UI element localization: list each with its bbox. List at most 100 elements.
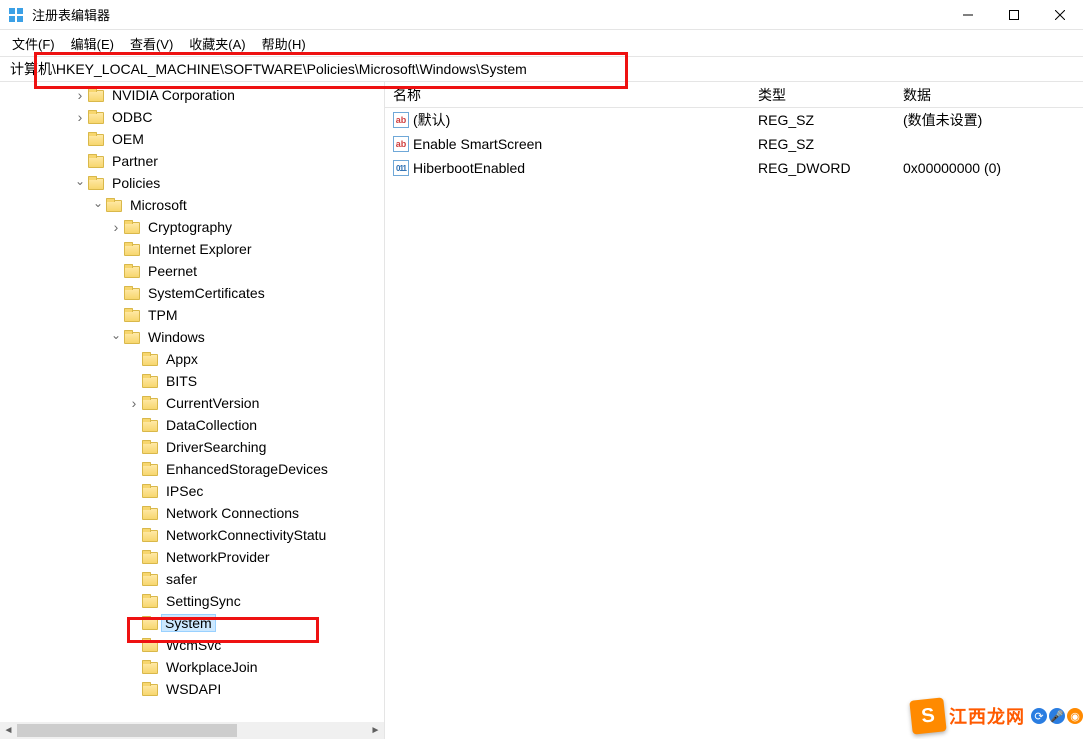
folder-icon bbox=[124, 220, 140, 234]
expand-icon[interactable]: › bbox=[108, 219, 124, 235]
tree-item[interactable]: ⌄ Windows bbox=[0, 326, 384, 348]
column-header-type[interactable]: 类型 bbox=[750, 85, 895, 105]
value-name: Enable SmartScreen bbox=[413, 136, 750, 152]
tree-item[interactable]: .Network Connections bbox=[0, 502, 384, 524]
tree-item[interactable]: ⌄ Microsoft bbox=[0, 194, 384, 216]
expand-icon[interactable]: › bbox=[126, 395, 142, 411]
tree-item[interactable]: ›NVIDIA Corporation bbox=[0, 84, 384, 106]
tree-item-label: System bbox=[161, 614, 216, 632]
scrollbar-track[interactable] bbox=[17, 722, 367, 739]
tree-item-label: TPM bbox=[144, 306, 182, 324]
value-row[interactable]: abEnable SmartScreenREG_SZ bbox=[385, 132, 1083, 156]
tree-item[interactable]: .TPM bbox=[0, 304, 384, 326]
window-title: 注册表编辑器 bbox=[32, 5, 945, 24]
menu-edit[interactable]: 编辑(E) bbox=[63, 32, 122, 55]
folder-icon bbox=[142, 594, 158, 608]
value-data: (数值未设置) bbox=[895, 110, 1083, 130]
value-name: (默认) bbox=[413, 110, 750, 130]
tree-item[interactable]: ⌄Policies bbox=[0, 172, 384, 194]
tree-item[interactable]: .DriverSearching bbox=[0, 436, 384, 458]
tree-item-label: NetworkProvider bbox=[162, 548, 273, 566]
tree-item[interactable]: .OEM bbox=[0, 128, 384, 150]
collapse-icon[interactable]: ⌄ bbox=[72, 174, 88, 188]
tree-item-label: Microsoft bbox=[126, 196, 191, 214]
scroll-left-icon[interactable]: ◄ bbox=[0, 722, 17, 739]
tree-item[interactable]: .SettingSync bbox=[0, 590, 384, 612]
expand-icon[interactable]: › bbox=[72, 109, 88, 125]
value-type: REG_DWORD bbox=[750, 160, 895, 176]
folder-icon bbox=[124, 264, 140, 278]
tree-item[interactable]: ›ODBC bbox=[0, 106, 384, 128]
folder-icon bbox=[142, 440, 158, 454]
menu-favorites[interactable]: 收藏夹(A) bbox=[181, 32, 253, 55]
watermark-text: 江西龙网 bbox=[949, 703, 1025, 729]
string-value-icon: ab bbox=[393, 112, 409, 128]
folder-icon bbox=[124, 286, 140, 300]
tree-item[interactable]: .DataCollection bbox=[0, 414, 384, 436]
folder-icon bbox=[142, 396, 158, 410]
collapse-icon[interactable]: ⌄ bbox=[90, 196, 106, 210]
tree-item[interactable]: .safer bbox=[0, 568, 384, 590]
folder-icon bbox=[142, 528, 158, 542]
maximize-button[interactable] bbox=[991, 0, 1037, 30]
string-value-icon: ab bbox=[393, 136, 409, 152]
tree-item[interactable]: .Internet Explorer bbox=[0, 238, 384, 260]
menu-help[interactable]: 帮助(H) bbox=[254, 32, 314, 55]
folder-icon bbox=[124, 330, 140, 344]
folder-icon bbox=[88, 88, 104, 102]
column-header-name[interactable]: 名称 bbox=[385, 85, 750, 105]
tree-item[interactable]: .Peernet bbox=[0, 260, 384, 282]
tree-item[interactable]: .System bbox=[0, 612, 384, 634]
address-bar bbox=[0, 56, 1083, 82]
expand-icon[interactable]: › bbox=[72, 87, 88, 103]
maximize-icon bbox=[1009, 10, 1019, 20]
tree-item[interactable]: .WorkplaceJoin bbox=[0, 656, 384, 678]
menu-view[interactable]: 查看(V) bbox=[122, 32, 181, 55]
scroll-right-icon[interactable]: ► bbox=[367, 722, 384, 739]
folder-icon bbox=[124, 308, 140, 322]
watermark-dot-icon: ⟳ bbox=[1031, 708, 1047, 724]
tree-item-label: WorkplaceJoin bbox=[162, 658, 262, 676]
tree-item[interactable]: .BITS bbox=[0, 370, 384, 392]
values-list[interactable]: ab(默认)REG_SZ(数值未设置)abEnable SmartScreenR… bbox=[385, 108, 1083, 180]
folder-icon bbox=[142, 682, 158, 696]
tree-item[interactable]: › CurrentVersion bbox=[0, 392, 384, 414]
tree-item-label: EnhancedStorageDevices bbox=[162, 460, 332, 478]
registry-tree[interactable]: ›NVIDIA Corporation›ODBC.OEM.Partner⌄Pol… bbox=[0, 82, 384, 702]
tree-item[interactable]: .SystemCertificates bbox=[0, 282, 384, 304]
binary-value-icon: 011 bbox=[393, 160, 409, 176]
value-row[interactable]: 011HiberbootEnabledREG_DWORD0x00000000 (… bbox=[385, 156, 1083, 180]
tree-item[interactable]: .NetworkConnectivityStatu bbox=[0, 524, 384, 546]
value-type: REG_SZ bbox=[750, 136, 895, 152]
tree-item-label: DataCollection bbox=[162, 416, 261, 434]
tree-item-label: BITS bbox=[162, 372, 201, 390]
watermark: S 江西龙网 ⟳ 🎤 ◉ bbox=[911, 699, 1083, 733]
folder-icon bbox=[142, 616, 158, 630]
title-bar: 注册表编辑器 bbox=[0, 0, 1083, 30]
tree-horizontal-scrollbar[interactable]: ◄ ► bbox=[0, 722, 384, 739]
folder-icon bbox=[88, 110, 104, 124]
address-input[interactable] bbox=[6, 59, 1077, 79]
app-icon bbox=[8, 7, 24, 23]
tree-item-label: Windows bbox=[144, 328, 209, 346]
folder-icon bbox=[142, 374, 158, 388]
tree-item[interactable]: .WSDAPI bbox=[0, 678, 384, 700]
tree-item[interactable]: .Partner bbox=[0, 150, 384, 172]
close-icon bbox=[1055, 10, 1065, 20]
tree-item[interactable]: .IPSec bbox=[0, 480, 384, 502]
column-header-data[interactable]: 数据 bbox=[895, 85, 1083, 105]
value-row[interactable]: ab(默认)REG_SZ(数值未设置) bbox=[385, 108, 1083, 132]
menu-file[interactable]: 文件(F) bbox=[4, 32, 63, 55]
tree-item-label: SystemCertificates bbox=[144, 284, 269, 302]
tree-item[interactable]: .Appx bbox=[0, 348, 384, 370]
tree-item-label: CurrentVersion bbox=[162, 394, 263, 412]
tree-item[interactable]: ›Cryptography bbox=[0, 216, 384, 238]
scrollbar-thumb[interactable] bbox=[17, 724, 237, 737]
tree-item[interactable]: .WcmSvc bbox=[0, 634, 384, 656]
folder-icon bbox=[142, 572, 158, 586]
tree-item[interactable]: .EnhancedStorageDevices bbox=[0, 458, 384, 480]
collapse-icon[interactable]: ⌄ bbox=[108, 328, 124, 342]
close-button[interactable] bbox=[1037, 0, 1083, 30]
minimize-button[interactable] bbox=[945, 0, 991, 30]
tree-item[interactable]: .NetworkProvider bbox=[0, 546, 384, 568]
